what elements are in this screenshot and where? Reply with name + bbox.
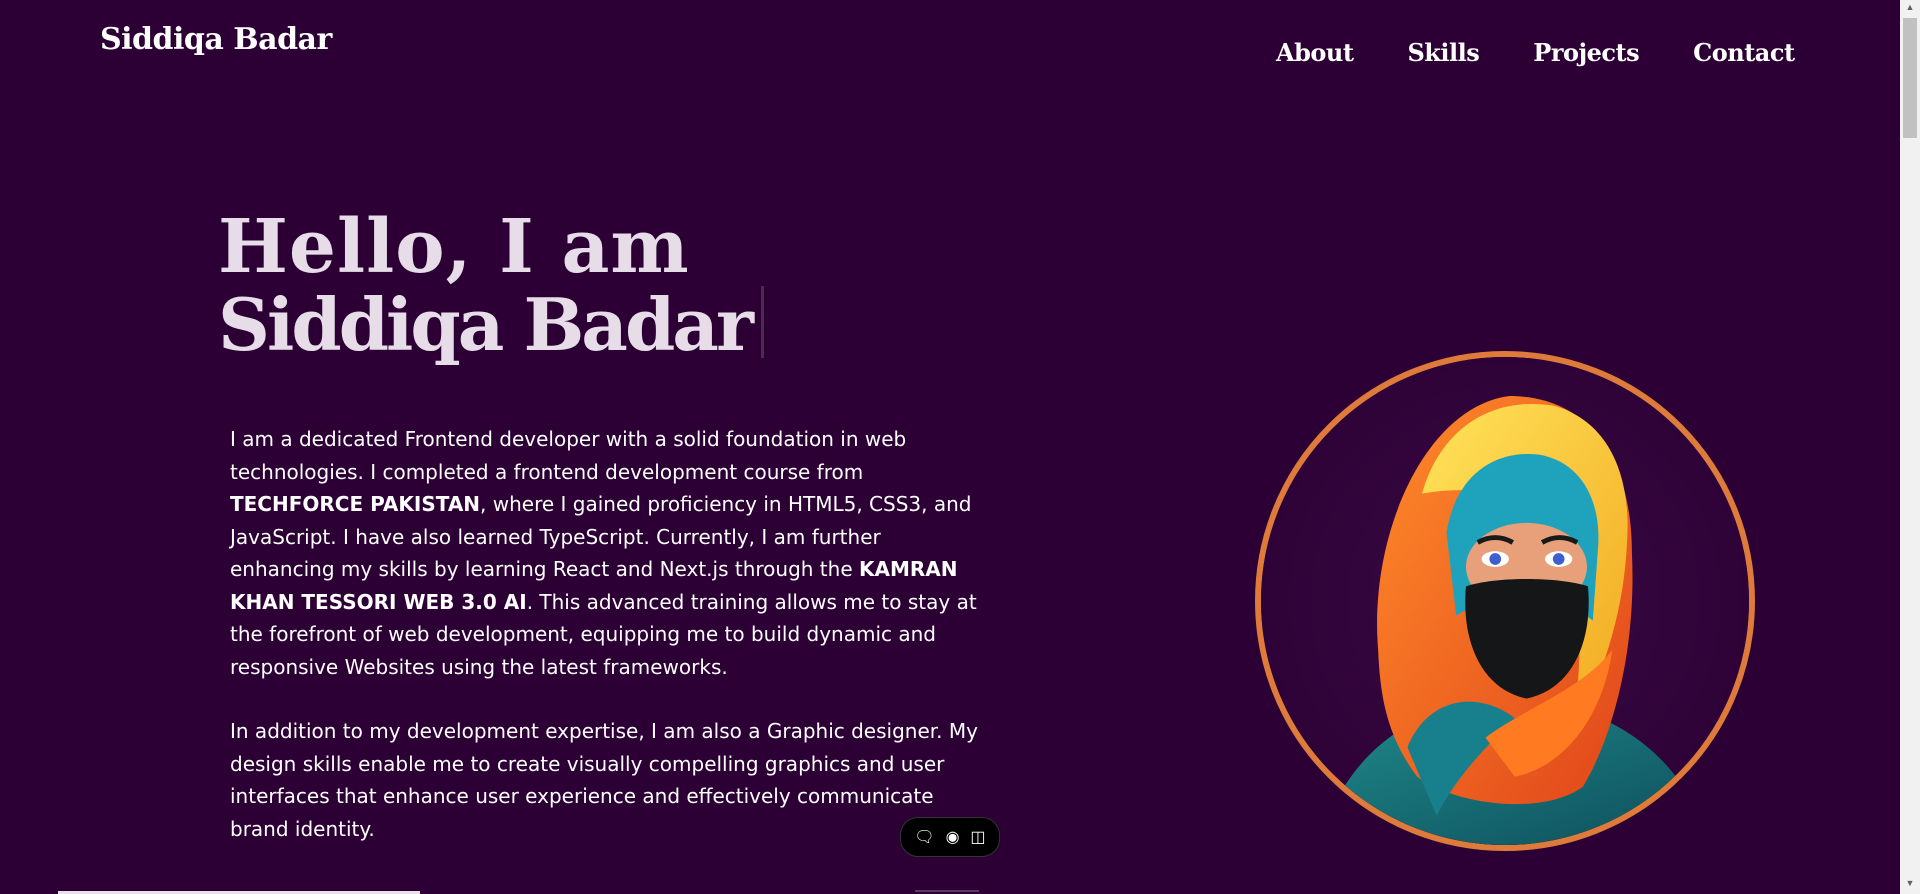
bio-paragraph-2: In addition to my development expertise,…	[230, 719, 978, 841]
floating-toolbar: 🗨 ◉ ◫	[900, 817, 1000, 857]
main-nav: About Skills Projects Contact	[1276, 38, 1849, 67]
nav-link-skills[interactable]: Skills	[1407, 38, 1479, 67]
scroll-up-arrow-icon[interactable]: ▲	[1900, 2, 1920, 16]
nav-link-projects[interactable]: Projects	[1533, 38, 1639, 67]
typing-caret	[760, 286, 764, 358]
nav-link-contact[interactable]: Contact	[1693, 38, 1795, 67]
scroll-down-arrow-icon[interactable]: ▼	[1900, 878, 1920, 892]
panel-icon[interactable]: ◫	[970, 827, 985, 847]
bio-text: I am a dedicated Frontend developer with…	[230, 427, 907, 484]
eye-icon[interactable]: ◉	[946, 827, 960, 847]
bio-section: I am a dedicated Frontend developer with…	[230, 423, 980, 877]
nav-link-about[interactable]: About	[1276, 38, 1354, 67]
site-logo[interactable]: Siddiqa Badar	[100, 22, 332, 57]
bio-paragraph-1: I am a dedicated Frontend developer with…	[230, 423, 980, 683]
profile-avatar	[1255, 351, 1755, 851]
chat-icon[interactable]: 🗨	[914, 827, 934, 847]
scroll-thumb[interactable]	[1903, 18, 1917, 138]
hero-name: Siddiqa Badar	[218, 282, 754, 367]
hero-greeting: Hello, I am	[218, 204, 690, 290]
avatar-illustration	[1261, 357, 1749, 845]
hero-heading: Hello, I am Siddiqa Badar	[218, 208, 764, 384]
page-scrollbar[interactable]: ▲ ▼	[1900, 0, 1920, 894]
bottom-divider-secondary	[915, 890, 979, 892]
portfolio-page: Siddiqa Badar About Skills Projects Cont…	[0, 0, 1900, 894]
bio-highlight-techforce: TECHFORCE PAKISTAN	[230, 492, 481, 516]
